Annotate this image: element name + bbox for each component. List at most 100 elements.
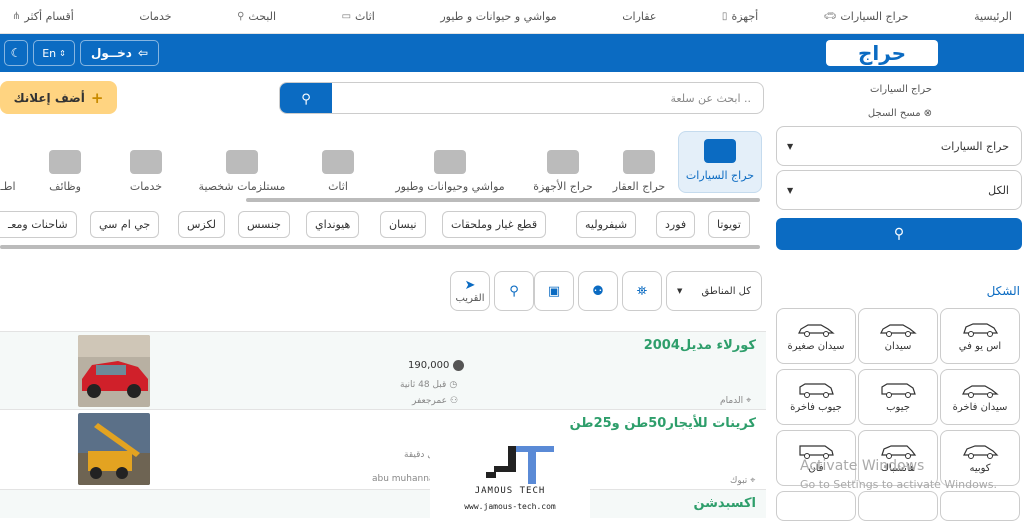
login-button[interactable]: دخــول ⇦ [80, 40, 160, 66]
people-icon [130, 150, 162, 174]
section-select[interactable]: حراج السيارات ▼ [776, 126, 1022, 166]
language-switch[interactable]: En ⇕ [33, 40, 75, 66]
select-value: الكل [988, 183, 1009, 197]
nav-realestate[interactable]: عقارات [622, 10, 656, 23]
login-label: دخــول [91, 46, 132, 60]
listing-row[interactable]: كورلاء مديل2004 190,000 ◷ قبل 48 ثانية ⚇ ع… [0, 331, 766, 409]
shape-tile[interactable]: جيوب فاخرة [776, 369, 856, 425]
category-devices[interactable]: حراج الأجهزة [526, 131, 600, 193]
category-more[interactable]: اطـ [0, 131, 16, 193]
shape-tile[interactable]: سيدان فاخرة [940, 369, 1020, 425]
brand-pill[interactable]: فورد [656, 211, 696, 238]
nav-furniture[interactable]: ▭ اثاث [342, 10, 375, 23]
shape-tile[interactable] [858, 491, 938, 521]
listing-title[interactable]: كورلاء مديل2004 [644, 338, 756, 353]
nav-label: اثاث [355, 10, 375, 23]
search-icon: ⚲ [893, 226, 905, 242]
shape-tile[interactable]: سيدان [858, 308, 938, 364]
brand-scrollbar[interactable] [0, 245, 760, 249]
shape-tile[interactable]: سيدان صغيرة [776, 308, 856, 364]
subsection-select[interactable]: الكل ▼ [776, 170, 1022, 210]
shape-tile[interactable] [940, 491, 1020, 521]
jamous-tech-logo [486, 446, 554, 484]
category-label: حراج العقار [612, 180, 666, 193]
brand-pill[interactable]: نيسان [380, 211, 426, 238]
brand-pill[interactable]: هيونداي [306, 211, 360, 238]
clear-label: مسح السجل [867, 108, 921, 119]
category-livestock[interactable]: مواشي وحيوانات وطيور [384, 131, 516, 193]
nav-search[interactable]: ⚲ البحث [237, 10, 276, 23]
search-input[interactable]: ابحث عن سلعة .. [670, 92, 751, 105]
shape-tile[interactable]: اس يو في [940, 308, 1020, 364]
activate-windows-subtitle: Go to Settings to activate Windows. [800, 478, 998, 491]
shape-heading: الشكل [986, 284, 1020, 298]
nav-devices[interactable]: ▯ أجهزة [722, 10, 758, 23]
category-furniture[interactable]: اثاث [314, 131, 362, 193]
filter-search-button[interactable]: ⚲ [494, 271, 534, 311]
brand-pill[interactable]: شيفروليه [576, 211, 637, 238]
coin-icon [453, 360, 465, 371]
region-select[interactable]: كل المناطق ▼ [666, 271, 762, 311]
car-icon: 🚗︎ [823, 11, 837, 22]
clear-history[interactable]: مسح السجل ⊗ [868, 108, 932, 119]
listing-user[interactable]: ⚇ عمرجعفر [412, 396, 458, 406]
brand-pill[interactable]: جي ام سي [90, 211, 160, 238]
listing-title[interactable]: كرينات للأيجار50طن و25طن [570, 416, 756, 431]
select-value: حراج السيارات [940, 139, 1009, 153]
car-icon [962, 384, 999, 398]
nav-label: حراج السيارات [840, 10, 909, 23]
nav-livestock[interactable]: مواشي و حيوانات و طيور [440, 10, 556, 23]
images-button[interactable]: ▣ [534, 271, 574, 311]
nav-cars[interactable]: 🚗︎ حراج السيارات [824, 10, 909, 23]
brand-pill[interactable]: جنسس [238, 211, 290, 238]
haraj-logo[interactable]: حراج [826, 40, 938, 66]
category-services[interactable]: خدمات [118, 131, 174, 193]
map-button[interactable]: ⛯ [622, 271, 662, 311]
add-ad-button[interactable]: أضف إعلانك + [0, 81, 117, 114]
car-icon [799, 444, 834, 459]
shape-tile[interactable] [776, 491, 856, 521]
search-button[interactable]: ⚲ [280, 83, 332, 113]
listing-row[interactable]: اكسبدشن [0, 489, 766, 518]
car-icon [963, 444, 999, 459]
category-realestate[interactable]: حراج العقار [606, 131, 672, 193]
listing-row[interactable]: كرينات للأيجار50طن و25طن ◷قبل دقيقة ⚇abu… [0, 409, 766, 489]
listing-thumbnail[interactable] [78, 413, 150, 485]
nav-services[interactable]: خدمات [139, 10, 171, 23]
category-jobs[interactable]: وظائف [36, 131, 94, 193]
nav-more[interactable]: ⋔ أقسام أكثر [12, 10, 74, 23]
brand-pill[interactable]: قطع غيار وملحقات [442, 211, 547, 238]
brand-pill[interactable]: شاحنات ومعـ [0, 211, 77, 238]
search-icon: ⚲ [509, 283, 519, 299]
nav-home[interactable]: الرئيسية [974, 10, 1012, 23]
category-cars[interactable]: حراج السيارات [678, 131, 762, 193]
car-icon [704, 139, 736, 163]
nav-label: أجهزة [731, 10, 759, 23]
car-icon [798, 323, 835, 337]
car-icon [881, 382, 916, 398]
devices-icon [547, 150, 579, 174]
sidebar-search-button[interactable]: ⚲ [776, 218, 1022, 250]
region-label: كل المناطق [701, 285, 751, 297]
breadcrumb[interactable]: حراج السيارات [870, 84, 932, 95]
nearby-button[interactable]: ➤ القريب [450, 271, 490, 311]
tile-label: سيدان فاخرة [952, 401, 1008, 413]
add-ad-label: أضف إعلانك [13, 90, 85, 105]
shape-tile[interactable]: جيوب [858, 369, 938, 425]
users-button[interactable]: ⚉ [578, 271, 618, 311]
category-label: اثاث [328, 180, 348, 193]
category-label: حراج السيارات [685, 169, 755, 182]
listing-title[interactable]: اكسبدشن [693, 496, 756, 511]
location-icon: ⌖ [750, 476, 756, 486]
search-icon: ⚲ [301, 91, 311, 107]
category-scrollbar[interactable] [246, 198, 760, 202]
red-car-photo [78, 335, 150, 407]
listing-thumbnail[interactable] [78, 335, 150, 407]
brand-pill[interactable]: تويوتا [708, 211, 750, 238]
map-icon: ⛯ [636, 283, 648, 299]
clock-icon: ◷ [449, 380, 458, 390]
brand-pill[interactable]: لكزس [178, 211, 225, 238]
category-personal[interactable]: مستلزمات شخصية [194, 131, 290, 193]
dark-mode-toggle[interactable]: ☾ [4, 40, 28, 66]
listing-time: ◷ قبل 48 ثانية [400, 380, 457, 390]
